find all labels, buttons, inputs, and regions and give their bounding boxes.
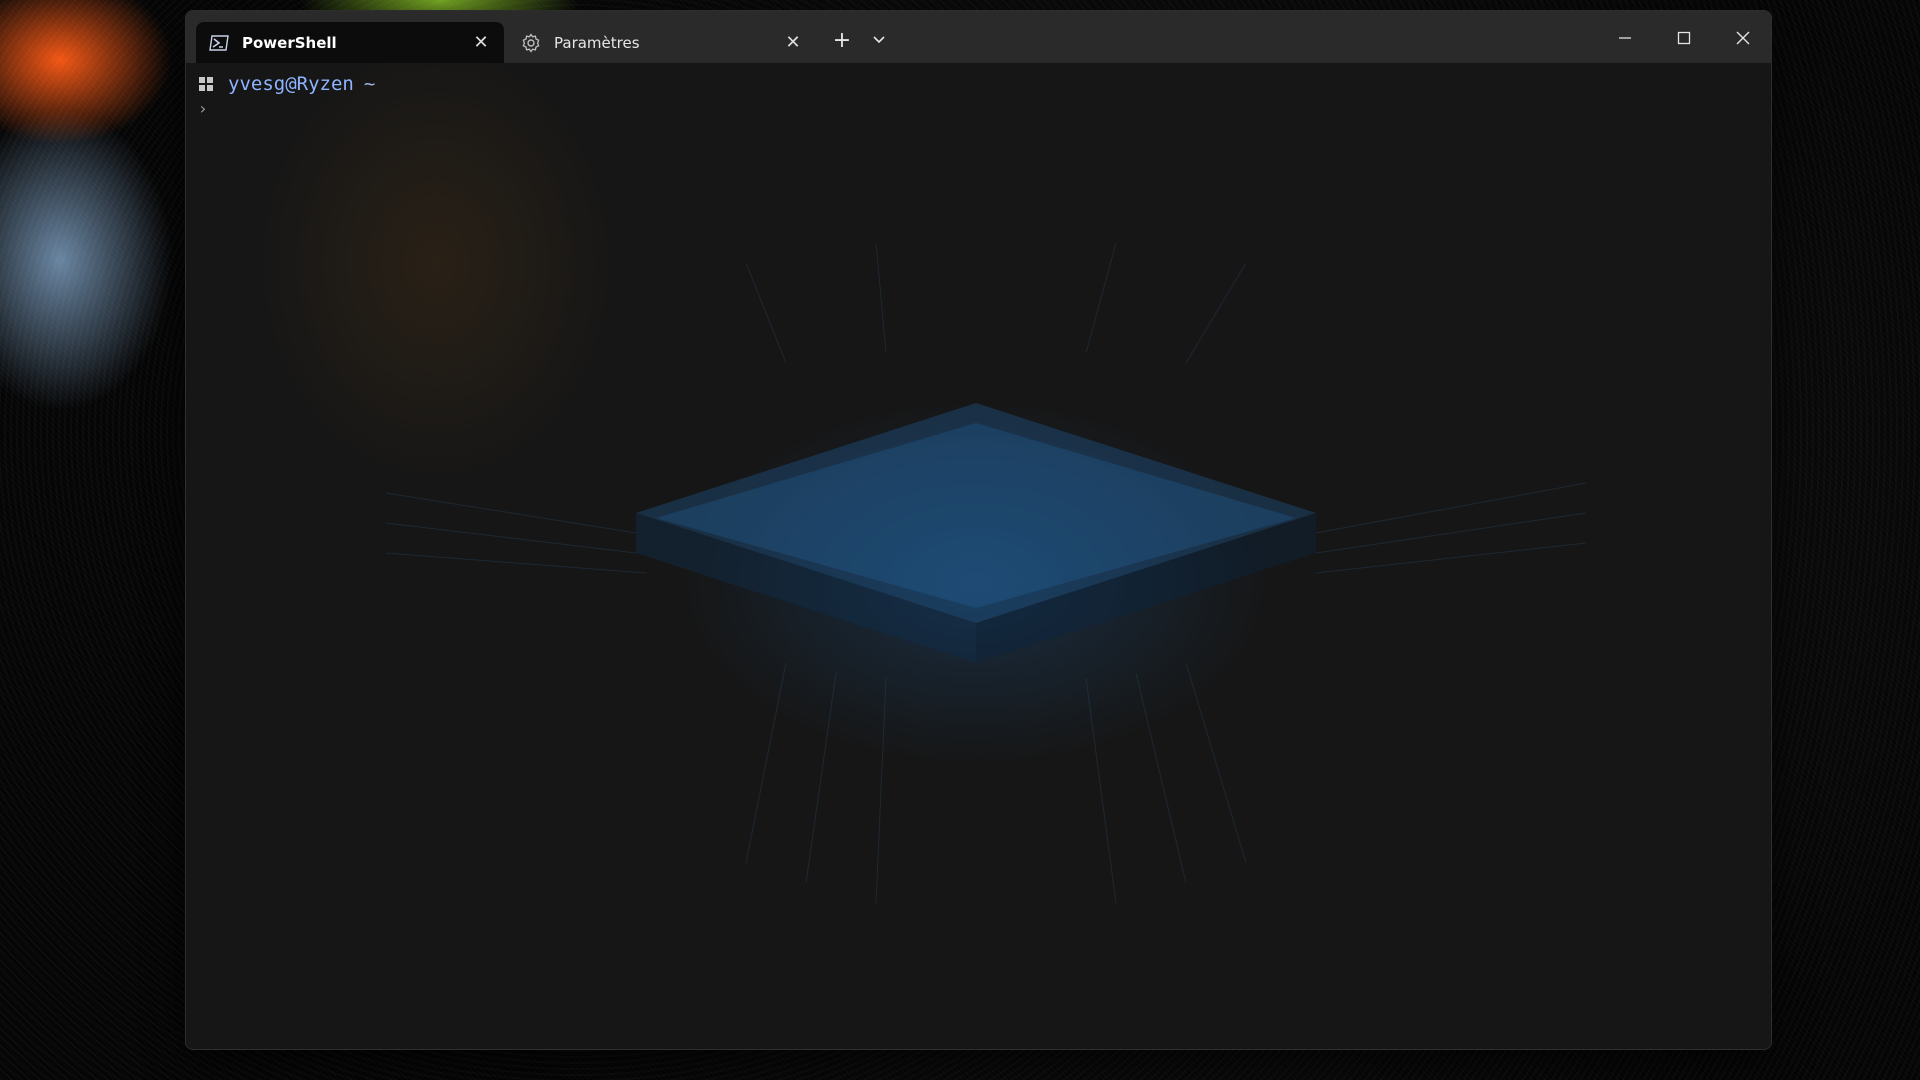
close-window-button[interactable] [1715,20,1771,56]
terminal-window[interactable]: PowerShell ✕ Paramètres ✕ + yvesg@Ryzen … [185,10,1772,1050]
terminal-pane[interactable]: yvesg@Ryzen ~ › [186,63,1771,1049]
close-tab-icon[interactable]: ✕ [778,28,808,58]
prompt-symbol: › [198,99,208,118]
windows-icon [196,77,216,91]
close-icon [1736,31,1750,45]
maximize-icon [1677,31,1691,45]
prompt-line: yvesg@Ryzen ~ [196,73,375,95]
chip-background-image [385,242,1587,904]
chevron-down-icon[interactable] [861,25,897,55]
maximize-button[interactable] [1656,20,1712,56]
tab-parametres[interactable]: Paramètres ✕ [508,22,816,63]
close-tab-icon[interactable]: ✕ [466,28,496,58]
tab-label: Paramètres [554,33,640,52]
minimize-button[interactable] [1597,20,1653,56]
powershell-icon [208,33,230,53]
gear-icon [520,32,542,53]
tab-powershell[interactable]: PowerShell ✕ [196,22,504,63]
tab-label: PowerShell [242,33,337,52]
new-tab-button[interactable]: + [824,25,860,55]
title-bar[interactable]: PowerShell ✕ Paramètres ✕ + [186,11,1771,63]
minimize-icon [1619,37,1631,39]
user-host: yvesg@Ryzen [228,73,354,95]
current-path: ~ [363,73,376,95]
